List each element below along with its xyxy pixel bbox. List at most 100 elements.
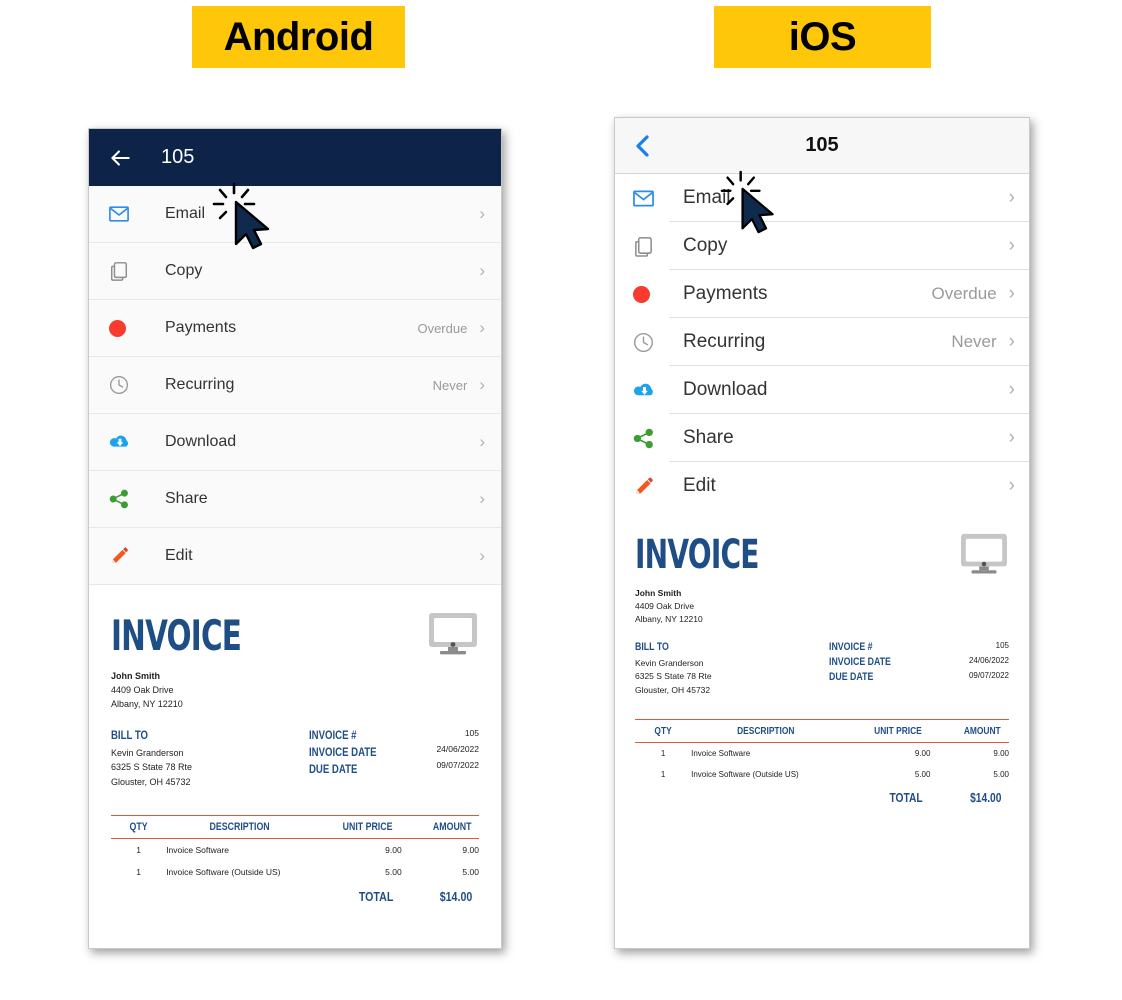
invoice-meta-value: 09/07/2022 bbox=[968, 670, 1009, 680]
menu-row-recurring[interactable]: Recurring Never › bbox=[89, 357, 501, 414]
total-label: TOTAL bbox=[359, 888, 394, 904]
chevron-right-icon: › bbox=[1008, 331, 1015, 352]
menu-row-label: Copy bbox=[165, 262, 203, 279]
table-body: 1 Invoice Software 9.00 9.00 1 Invoice Softwa… bbox=[635, 743, 1009, 785]
chevron-right-icon: › bbox=[479, 489, 485, 508]
payments-icon bbox=[633, 285, 663, 303]
menu-row-label: Payments bbox=[683, 283, 768, 304]
menu-row-email[interactable]: Email › bbox=[615, 174, 1029, 222]
menu-row-value: Never bbox=[951, 332, 997, 351]
chevron-right-icon: › bbox=[1008, 187, 1015, 208]
menu-row-email[interactable]: Email › bbox=[89, 186, 501, 243]
arrow-left-icon[interactable] bbox=[107, 145, 133, 171]
bill-to-name: Kevin Granderson bbox=[635, 657, 704, 668]
ios-phone-panel: 105 Email › Copy › Payments Overdue › Recurring… bbox=[614, 117, 1030, 949]
cell-description: Invoice Software (Outside US) bbox=[691, 770, 799, 780]
edit-icon bbox=[633, 476, 663, 497]
total-value: $14.00 bbox=[970, 791, 1002, 806]
table-row: 1 Invoice Software 9.00 9.00 bbox=[635, 743, 1009, 764]
edit-icon bbox=[109, 546, 139, 566]
menu-row-payments[interactable]: Payments Overdue › bbox=[615, 270, 1029, 318]
total-label: TOTAL bbox=[889, 791, 923, 806]
invoice-meta-value: 24/06/2022 bbox=[968, 655, 1009, 665]
invoice-title: INVOICE bbox=[111, 611, 242, 660]
invoice-meta-value: 09/07/2022 bbox=[436, 759, 479, 770]
cell-unit-price: 9.00 bbox=[914, 749, 931, 759]
menu-row-label: Download bbox=[165, 433, 237, 450]
cell-unit-price: 9.00 bbox=[385, 844, 402, 855]
sender-name: John Smith bbox=[635, 588, 682, 598]
cell-amount: 9.00 bbox=[462, 844, 479, 855]
cell-qty: 1 bbox=[660, 749, 666, 759]
download-icon bbox=[109, 432, 139, 452]
menu-row-edit[interactable]: Edit › bbox=[615, 462, 1029, 510]
monitor-icon bbox=[427, 611, 479, 662]
menu-row-copy[interactable]: Copy › bbox=[615, 222, 1029, 270]
menu-row-label: Share bbox=[683, 427, 734, 448]
bill-to-street: 6325 S State 78 Rte bbox=[111, 762, 193, 773]
chevron-right-icon: › bbox=[479, 546, 485, 565]
bill-to-city: Glouster, OH 45732 bbox=[111, 776, 191, 787]
menu-row-download[interactable]: Download › bbox=[89, 414, 501, 471]
table-total-row: TOTAL $14.00 bbox=[635, 785, 1009, 805]
android-phone-panel: 105 Email › Copy › Payments Overdue › Recurring… bbox=[88, 128, 502, 949]
table-column-header: UNIT PRICE bbox=[342, 820, 393, 833]
invoice-title: INVOICE bbox=[635, 532, 759, 578]
menu-row-copy[interactable]: Copy › bbox=[89, 243, 501, 300]
bill-to-city: Glouster, OH 45732 bbox=[635, 684, 711, 695]
chevron-right-icon: › bbox=[1008, 427, 1015, 448]
bill-to-street: 6325 S State 78 Rte bbox=[635, 671, 712, 682]
invoice-meta-key: INVOICE DATE bbox=[829, 655, 891, 668]
platform-badge-ios-label: iOS bbox=[788, 14, 857, 59]
sender-city: Albany, NY 12210 bbox=[111, 698, 183, 709]
recurring-icon bbox=[109, 375, 139, 395]
sender-city: Albany, NY 12210 bbox=[635, 614, 703, 625]
ios-menu-list: Email › Copy › Payments Overdue › Recurring Neve… bbox=[615, 174, 1029, 510]
menu-row-share[interactable]: Share › bbox=[89, 471, 501, 528]
invoice-meta-block: INVOICE # INVOICE DATE DUE DATE 105 24/06/2… bbox=[829, 641, 1009, 698]
menu-row-share[interactable]: Share › bbox=[615, 414, 1029, 462]
email-icon bbox=[109, 206, 139, 222]
menu-row-download[interactable]: Download › bbox=[615, 366, 1029, 414]
table-row: 1 Invoice Software (Outside US) 5.00 5.00 bbox=[635, 764, 1009, 785]
bill-to-block: BILL TO Kevin Granderson 6325 S State 78… bbox=[111, 728, 192, 789]
platform-badge-android: Android bbox=[192, 6, 405, 68]
menu-row-label: Share bbox=[165, 490, 208, 507]
table-column-header: AMOUNT bbox=[432, 820, 472, 833]
sender-street: 4409 Oak Drive bbox=[635, 601, 695, 612]
menu-row-label: Edit bbox=[683, 475, 716, 496]
table-row: 1 Invoice Software (Outside US) 5.00 5.00 bbox=[111, 861, 479, 883]
chevron-right-icon: › bbox=[479, 432, 485, 451]
ios-nav-bar-title: 105 bbox=[805, 134, 839, 156]
recurring-icon bbox=[633, 332, 663, 353]
invoice-meta-keys: INVOICE # INVOICE DATE DUE DATE bbox=[309, 728, 426, 789]
menu-row-recurring[interactable]: Recurring Never › bbox=[615, 318, 1029, 366]
invoice-meta-values: 105 24/06/2022 09/07/2022 bbox=[969, 641, 1009, 698]
bill-to-label: BILL TO bbox=[111, 727, 148, 742]
menu-row-label: Email bbox=[683, 187, 731, 208]
table-row: 1 Invoice Software 9.00 9.00 bbox=[111, 839, 479, 861]
menu-row-edit[interactable]: Edit › bbox=[89, 528, 501, 585]
menu-row-payments[interactable]: Payments Overdue › bbox=[89, 300, 501, 357]
table-column-header: QTY bbox=[654, 725, 672, 738]
android-app-bar: 105 bbox=[89, 129, 501, 186]
table-column-header: QTY bbox=[129, 820, 148, 833]
total-value: $14.00 bbox=[439, 888, 472, 904]
menu-row-label: Download bbox=[683, 379, 768, 400]
cell-unit-price: 5.00 bbox=[914, 770, 931, 780]
menu-row-value: Overdue bbox=[931, 284, 997, 303]
sender-name: John Smith bbox=[111, 671, 160, 681]
invoice-meta-value: 24/06/2022 bbox=[436, 743, 479, 754]
table-column-header: UNIT PRICE bbox=[873, 725, 922, 738]
platform-badge-ios: iOS bbox=[714, 6, 931, 68]
invoice-meta-key: INVOICE DATE bbox=[309, 744, 377, 759]
bill-to-block: BILL TO Kevin Granderson 6325 S State 78… bbox=[635, 641, 712, 698]
table-column-header: DESCRIPTION bbox=[209, 820, 270, 833]
table-total-row: TOTAL $14.00 bbox=[111, 883, 479, 904]
menu-row-label: Copy bbox=[683, 235, 728, 256]
android-invoice-preview: INVOICE John Smith 4409 Oak Drive Albany… bbox=[89, 585, 501, 904]
platform-badge-android-label: Android bbox=[223, 14, 374, 59]
share-icon bbox=[633, 428, 663, 449]
payments-icon bbox=[109, 319, 139, 337]
cell-qty: 1 bbox=[660, 770, 666, 780]
